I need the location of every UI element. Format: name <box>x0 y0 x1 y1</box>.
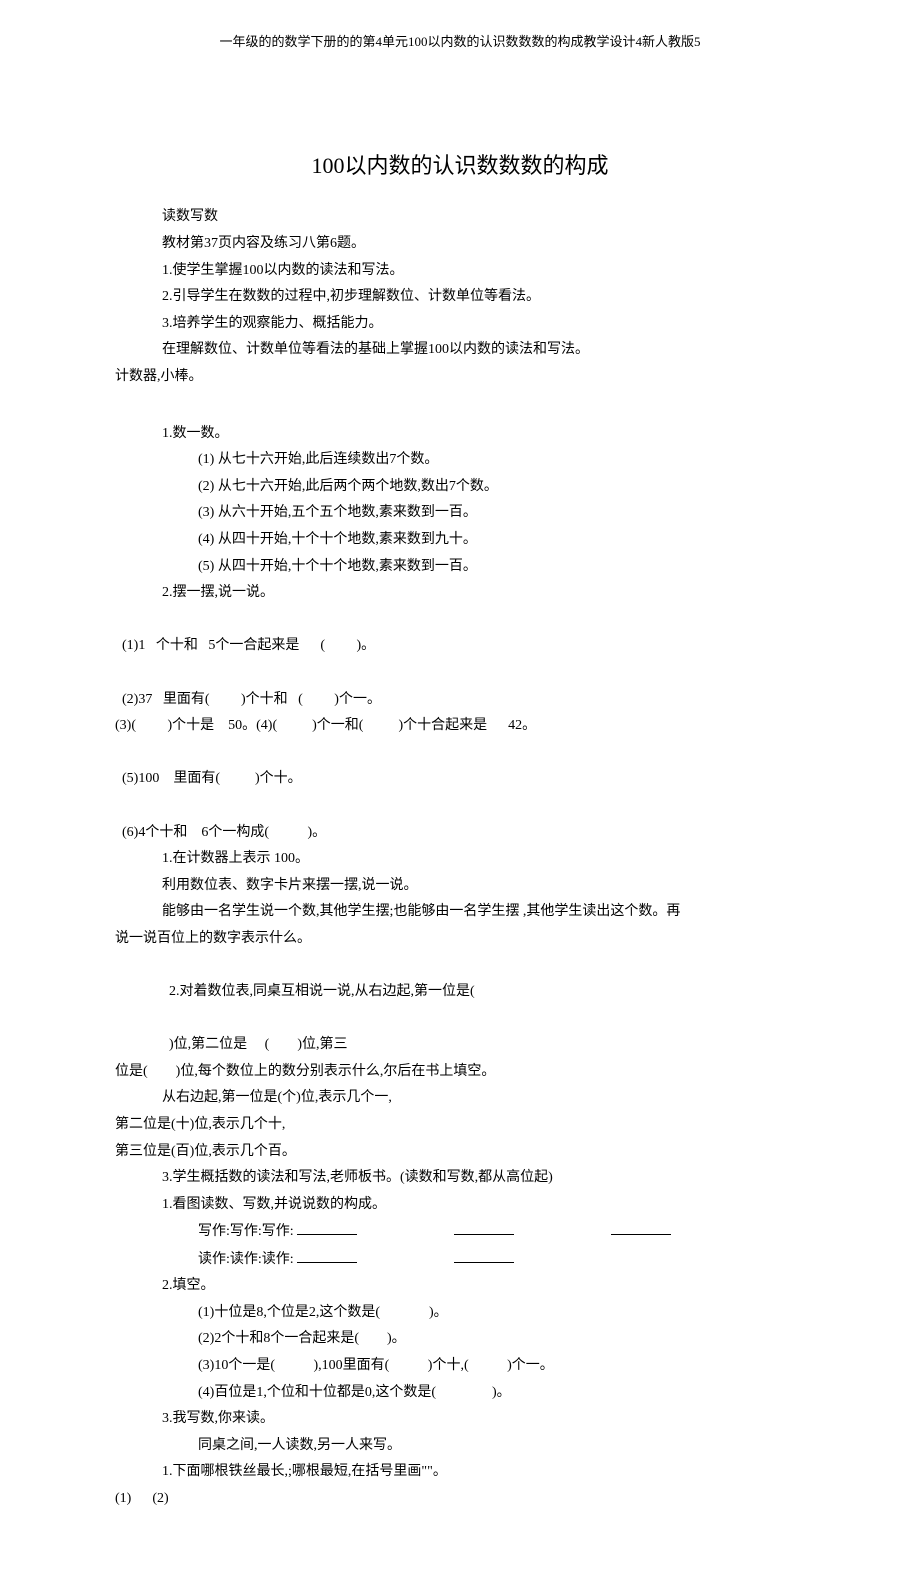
count-item: (2) 从七十六开始,此后两个两个地数,数出7个数。 <box>130 474 790 501</box>
blank-underline <box>297 1218 357 1235</box>
blank-underline <box>454 1246 514 1263</box>
count-item: (4) 从四十开始,十个十个地数,素来数到九十。 <box>130 527 790 554</box>
fill-item: (2)2个十和8个一合起来是( )。 <box>130 1326 790 1353</box>
intro-line: 读数写数 <box>130 204 790 231</box>
explain-line: 能够由一名学生说一个数,其他学生摆;也能够由一名学生摆 ,其他学生读出这个数。再 <box>130 899 790 926</box>
count-heading: 1.数一数。 <box>130 421 790 448</box>
intro-line: 2.引导学生在数数的过程中,初步理解数位、计数单位等看法。 <box>130 284 790 311</box>
explain-line: 1.在计数器上表示 100。 <box>130 846 790 873</box>
fill-blank-item: (2)37 里面有( )个十和 ( )个一。 <box>122 692 381 707</box>
intro-line: 1.使学生掌握100以内数的读法和写法。 <box>130 258 790 285</box>
page-title: 100以内数的认识数数数的构成 <box>130 145 790 187</box>
read-label: 读作:读作:读作: <box>198 1252 294 1267</box>
fill-item: (3)10个一是( ),100里面有( )个十,( )个一。 <box>130 1353 790 1380</box>
fill-blank-row: (5)100 里面有( )个十。 (6)4个十和 6个一构成( )。 <box>115 740 790 846</box>
practice-line: (1) (2) <box>115 1486 790 1513</box>
write-label: 写作:写作:写作: <box>198 1224 294 1239</box>
explain-line: 说一说百位上的数字表示什么。 <box>115 926 790 953</box>
count-item: (3) 从六十开始,五个五个地数,素来数到一百。 <box>130 500 790 527</box>
fill-blank-item: (6)4个十和 6个一构成( )。 <box>122 825 326 840</box>
intro-line: 3.培养学生的观察能力、概括能力。 <box>130 311 790 338</box>
practice-line: 同桌之间,一人读数,另一人来写。 <box>130 1433 790 1460</box>
intro-line: 计数器,小棒。 <box>115 364 790 391</box>
explain-line: 第三位是(百)位,表示几个百。 <box>115 1139 790 1166</box>
page-header: 一年级的的数学下册的的第4单元100以内数的认识数数数的构成教学设计4新人教版5 <box>130 30 790 55</box>
fill-blank-item: (5)100 里面有( )个十。 <box>122 771 302 786</box>
blank-underline <box>297 1246 357 1263</box>
explain-line: 利用数位表、数字卡片来摆一摆,说一说。 <box>130 873 790 900</box>
explain-line: 2.对着数位表,同桌互相说一说,从右边起,第一位是( )位,第二位是 ( )位,… <box>130 953 790 1059</box>
place-heading: 2.摆一摆,说一说。 <box>130 580 790 607</box>
explain-line: 位是( )位,每个数位上的数分别表示什么,尔后在书上填空。 <box>115 1059 790 1086</box>
intro-line: 教材第37页内容及练习八第6题。 <box>130 231 790 258</box>
practice-line: 2.填空。 <box>130 1273 790 1300</box>
intro-line: 在理解数位、计数单位等看法的基础上掌握100以内数的读法和写法。 <box>130 337 790 364</box>
count-item: (5) 从四十开始,十个十个地数,素来数到一百。 <box>130 554 790 581</box>
fill-blank-row: (3)( )个十是 50。(4)( )个一和( )个十合起来是 42。 <box>115 713 790 740</box>
blank-underline <box>611 1218 671 1235</box>
fill-blank-row: (1)1 个十和 5个一合起来是 ( )。 (2)37 里面有( )个十和 ( … <box>115 607 790 713</box>
read-row: 读作:读作:读作: <box>130 1246 790 1273</box>
explain-text: )位,第二位是 ( )位,第三 <box>169 1037 348 1052</box>
practice-line: 3.我写数,你来读。 <box>130 1406 790 1433</box>
fill-blank-item: (1)1 个十和 5个一合起来是 ( )。 <box>122 638 375 653</box>
write-row: 写作:写作:写作: <box>130 1218 790 1245</box>
fill-item: (1)十位是8,个位是2,这个数是( )。 <box>130 1300 790 1327</box>
fill-item: (4)百位是1,个位和十位都是0,这个数是( )。 <box>130 1380 790 1407</box>
explain-line: 从右边起,第一位是(个)位,表示几个一, <box>130 1085 790 1112</box>
explain-line: 第二位是(十)位,表示几个十, <box>115 1112 790 1139</box>
practice-line: 1.看图读数、写数,并说说数的构成。 <box>130 1192 790 1219</box>
practice-line: 1.下面哪根铁丝最长,;哪根最短,在括号里画""。 <box>130 1459 790 1486</box>
explain-text: 2.对着数位表,同桌互相说一说,从右边起,第一位是( <box>169 984 475 999</box>
count-item: (1) 从七十六开始,此后连续数出7个数。 <box>130 447 790 474</box>
blank-underline <box>454 1218 514 1235</box>
explain-line: 3.学生概括数的读法和写法,老师板书。(读数和写数,都从高位起) <box>130 1165 790 1192</box>
